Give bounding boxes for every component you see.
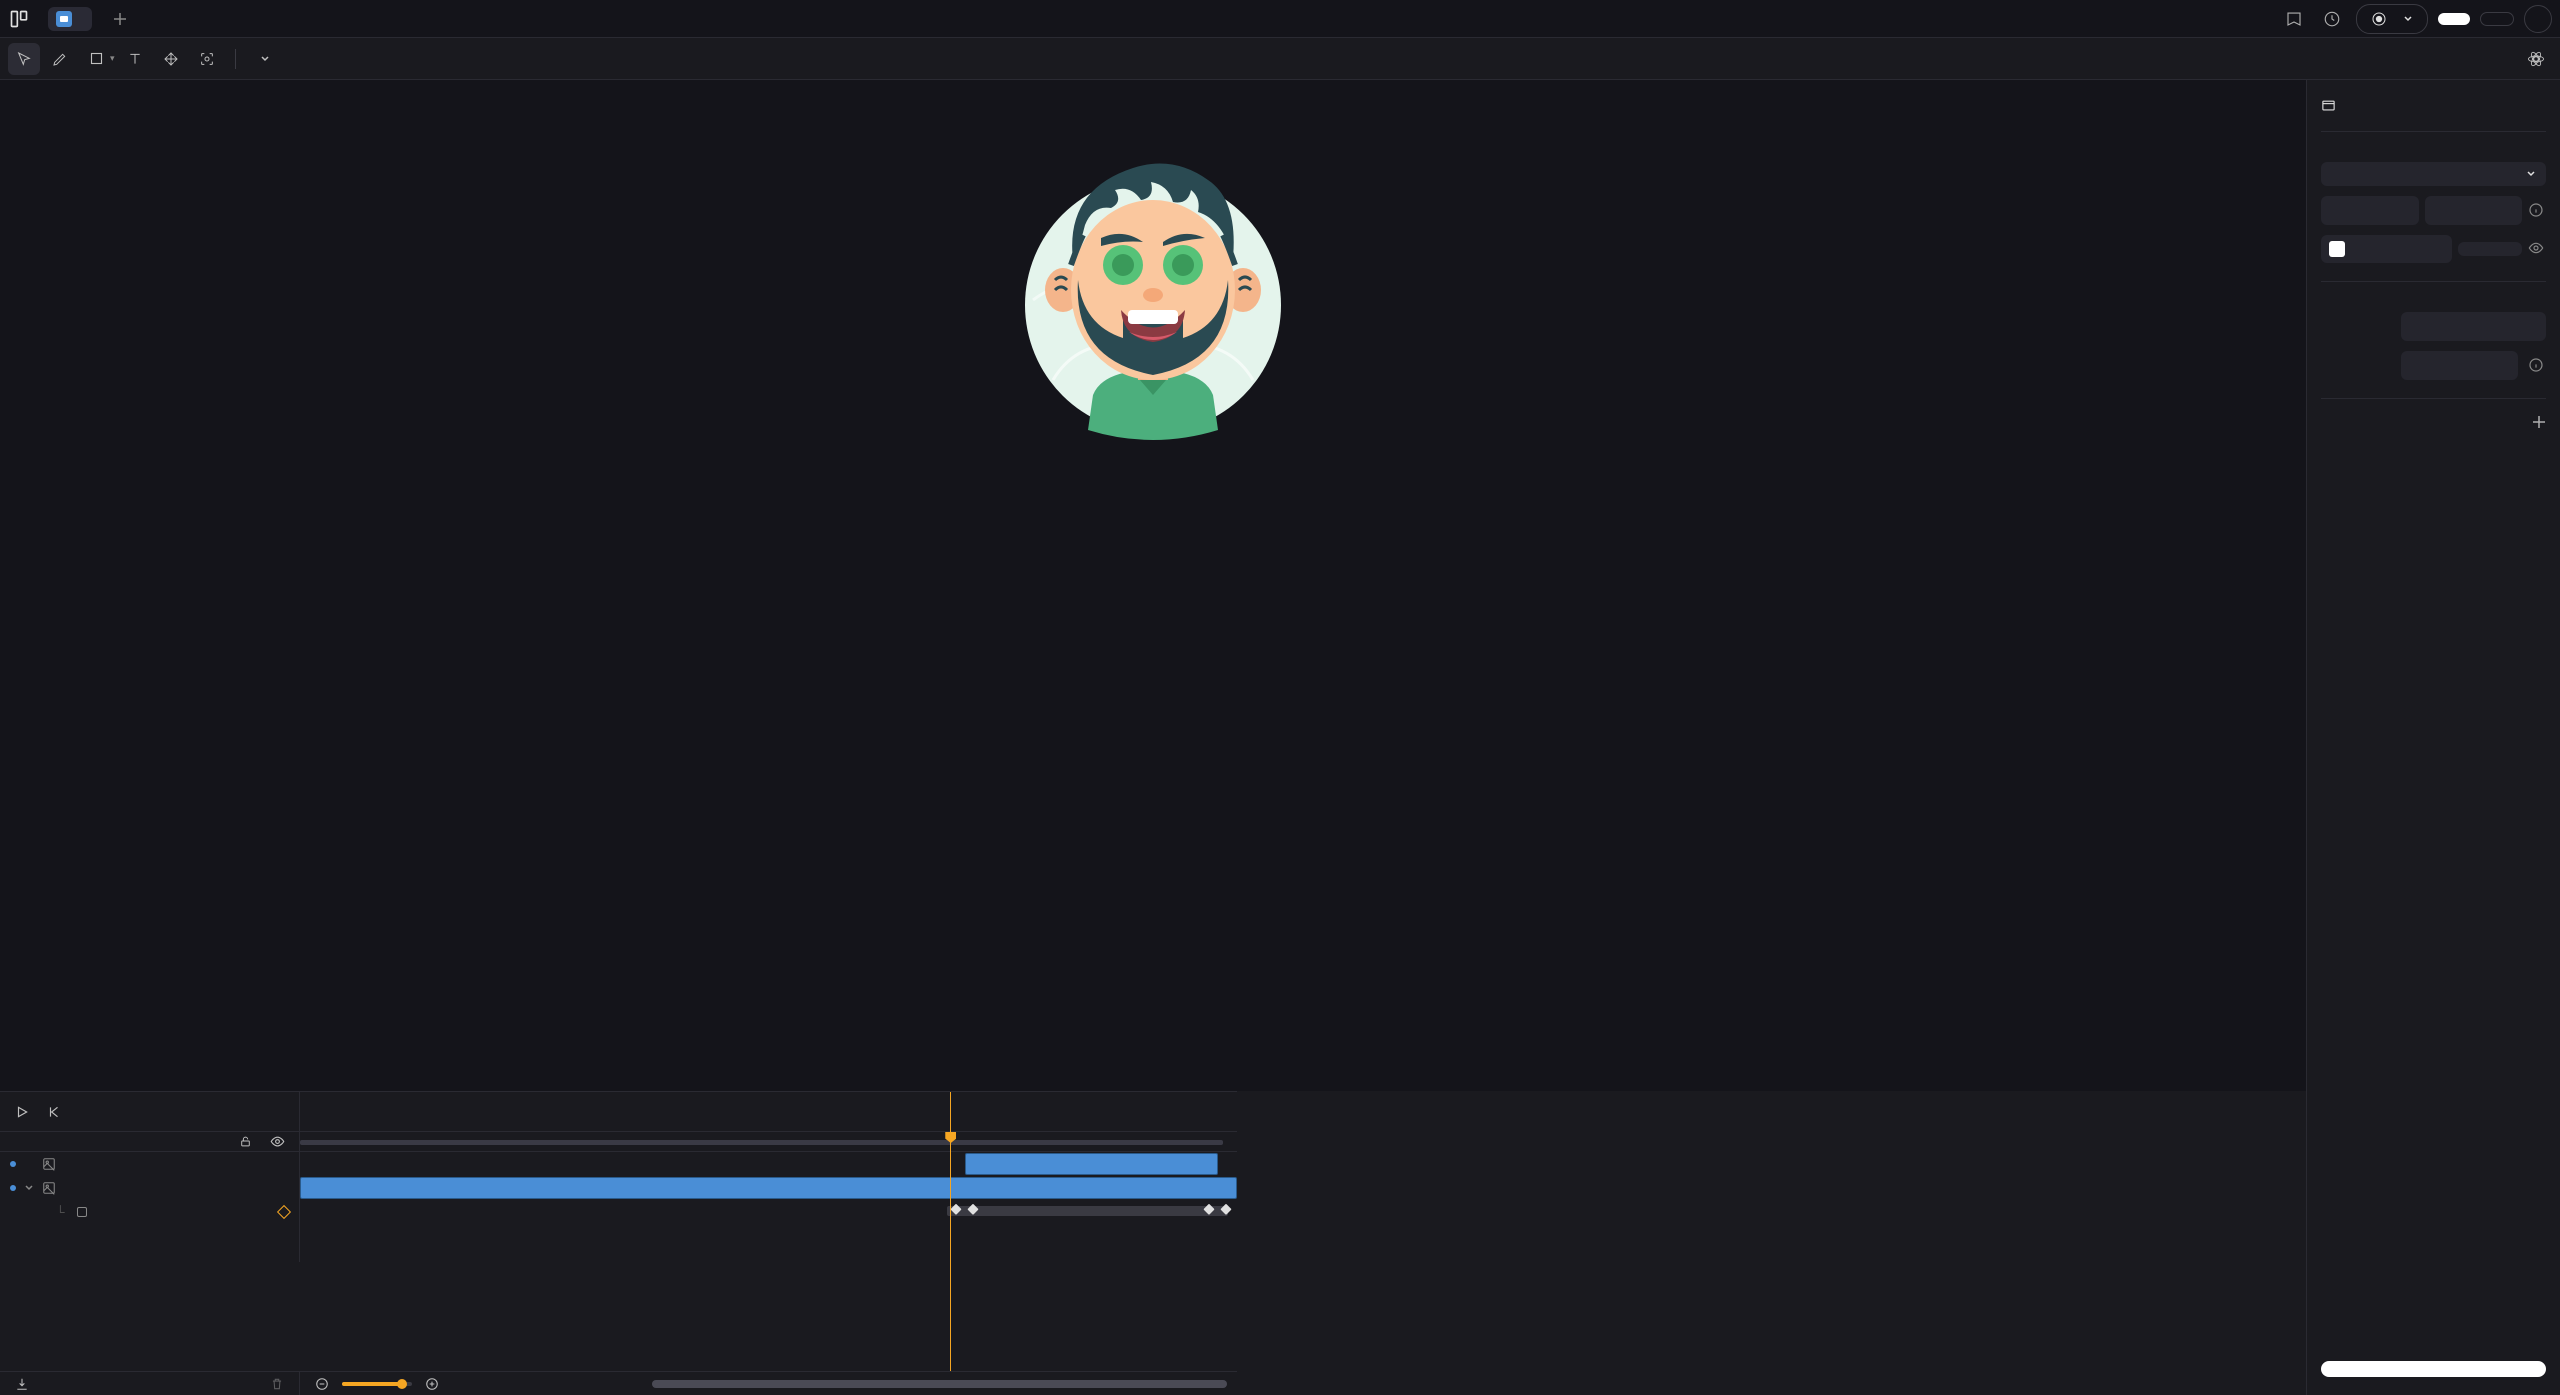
- add-layout-grid-button[interactable]: [2532, 415, 2546, 429]
- keyframe[interactable]: [1203, 1204, 1214, 1215]
- chevron-down-icon: [2526, 169, 2536, 179]
- timeline-ruler[interactable]: [300, 1092, 1237, 1132]
- visibility-toggle[interactable]: [265, 1130, 289, 1154]
- chevron-down-icon: [2403, 14, 2413, 24]
- keyframe-button[interactable]: [277, 1205, 291, 1219]
- playhead[interactable]: [950, 1092, 951, 1371]
- record-icon: [2371, 11, 2387, 27]
- canvas-width-input[interactable]: [2335, 203, 2381, 218]
- track-row-2[interactable]: [0, 1176, 299, 1200]
- shape-tool-chevron[interactable]: ▾: [110, 54, 115, 64]
- frame-rate-input[interactable]: [2411, 319, 2536, 334]
- track-active-dot: [10, 1185, 16, 1191]
- history-icon[interactable]: [2318, 5, 2346, 33]
- keyframe[interactable]: [967, 1204, 978, 1215]
- share-button[interactable]: [2438, 13, 2470, 25]
- canvas-width-field[interactable]: [2321, 196, 2419, 225]
- transitions-effects-button[interactable]: [2321, 1361, 2546, 1377]
- zoom-display[interactable]: [254, 54, 270, 64]
- scrubber-track[interactable]: [300, 1140, 1223, 1145]
- new-tab-button[interactable]: [108, 7, 132, 31]
- track-active-dot: [10, 1161, 16, 1167]
- image-icon: [42, 1181, 56, 1195]
- skip-start-button[interactable]: [42, 1100, 66, 1124]
- text-tool[interactable]: [119, 43, 151, 75]
- zoom-out-button[interactable]: [310, 1372, 334, 1395]
- window-icon: [2321, 98, 2336, 113]
- delete-button[interactable]: [265, 1372, 289, 1395]
- keyframe[interactable]: [950, 1204, 961, 1215]
- project-header: [2321, 98, 2546, 113]
- project-tab[interactable]: [48, 7, 92, 31]
- color-swatch[interactable]: [2329, 241, 2345, 257]
- image-icon: [42, 1157, 56, 1171]
- toolbar-separator: [235, 49, 236, 69]
- keyframe-track[interactable]: [947, 1206, 1228, 1216]
- create-button[interactable]: [2356, 4, 2428, 34]
- duration-input[interactable]: [2411, 358, 2508, 373]
- chevron-down-icon[interactable]: [24, 1183, 34, 1193]
- duration-field[interactable]: [2401, 351, 2518, 380]
- canvas-color-opacity[interactable]: [2458, 242, 2522, 256]
- canvas-viewport[interactable]: [0, 80, 2306, 1091]
- pen-tool[interactable]: [44, 43, 76, 75]
- property-toggle-icon[interactable]: [77, 1207, 87, 1217]
- camera-tool[interactable]: [191, 43, 223, 75]
- canvas-color-field[interactable]: [2321, 235, 2452, 263]
- canvas-content[interactable]: [1023, 150, 1283, 430]
- effects-icon[interactable]: [2520, 43, 2552, 75]
- shape-tool[interactable]: [80, 43, 112, 75]
- canvas-color-visibility-icon[interactable]: [2528, 240, 2546, 258]
- canvas-info-icon[interactable]: [2528, 202, 2546, 220]
- project-tab-icon: [56, 11, 72, 27]
- play-button[interactable]: [10, 1100, 34, 1124]
- timeline-tracks-area[interactable]: [300, 1152, 1237, 1262]
- move-tool[interactable]: [155, 43, 187, 75]
- library-icon[interactable]: [2280, 5, 2308, 33]
- lock-toggle[interactable]: [233, 1130, 257, 1154]
- chevron-down-icon: [260, 54, 270, 64]
- export-button[interactable]: [2480, 12, 2514, 26]
- help-button[interactable]: [2524, 5, 2552, 33]
- clip-2[interactable]: [300, 1177, 1237, 1199]
- canvas-preset-dropdown[interactable]: [2321, 162, 2546, 186]
- frame-rate-field[interactable]: [2401, 312, 2546, 341]
- select-tool[interactable]: [8, 43, 40, 75]
- track-row-1[interactable]: [0, 1152, 299, 1176]
- timeline-zoom-slider[interactable]: [342, 1382, 412, 1386]
- clip-1[interactable]: [965, 1153, 1218, 1175]
- canvas-height-field[interactable]: [2425, 196, 2523, 225]
- import-button[interactable]: [10, 1372, 34, 1395]
- zoom-in-button[interactable]: [420, 1372, 444, 1395]
- keyframe[interactable]: [1220, 1204, 1231, 1215]
- app-logo-icon[interactable]: [8, 8, 30, 30]
- timeline-scrollbar[interactable]: [652, 1380, 1227, 1388]
- opacity-property-row[interactable]: └: [0, 1200, 299, 1224]
- duration-info-icon[interactable]: [2528, 357, 2546, 375]
- canvas-height-input[interactable]: [2439, 203, 2485, 218]
